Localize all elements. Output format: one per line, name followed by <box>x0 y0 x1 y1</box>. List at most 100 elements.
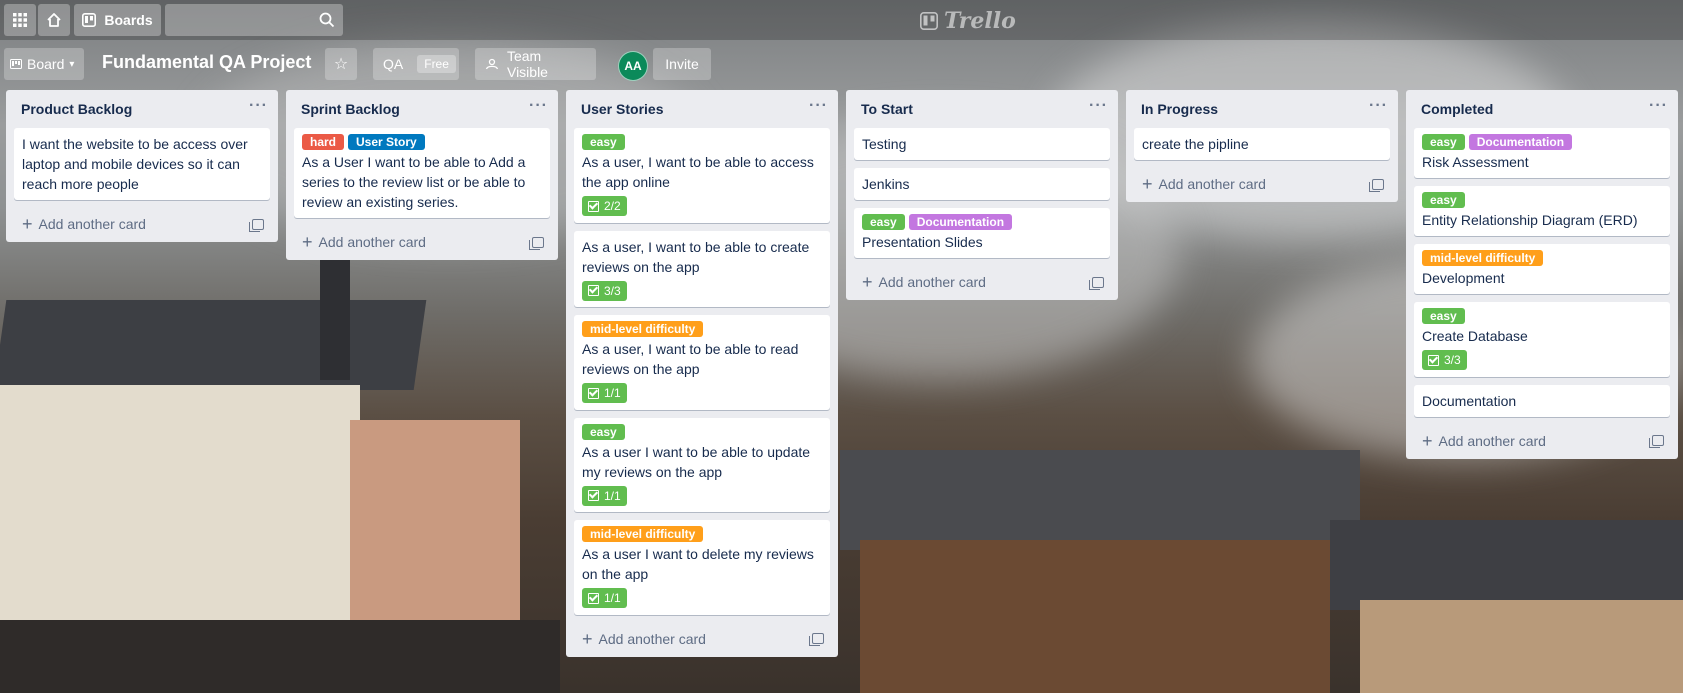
card-template-icon[interactable] <box>529 236 544 250</box>
more-icon[interactable]: ··· <box>1649 97 1668 121</box>
chevron-down-icon: ▾ <box>69 58 75 70</box>
card-template-icon[interactable] <box>809 633 824 646</box>
more-icon[interactable]: ··· <box>1369 97 1388 121</box>
add-card-button[interactable]: + Add another card <box>1414 423 1670 459</box>
label-blue[interactable]: User Story <box>348 134 425 150</box>
card-labels: mid-level difficulty <box>582 321 822 337</box>
add-card-button[interactable]: + Add another card <box>574 621 830 657</box>
checklist-badge: 1/1 <box>582 588 627 608</box>
more-icon[interactable]: ··· <box>529 97 548 121</box>
add-card-label: Add another card <box>598 630 706 647</box>
card-title: Jenkins <box>862 176 910 192</box>
list-sprint-backlog: Sprint Backlog ··· hard User Story As a User… <box>286 90 558 260</box>
plus-icon: + <box>1142 174 1153 194</box>
card-title: As a user I want to be able to update my… <box>582 443 811 480</box>
list-title[interactable]: Sprint Backlog <box>301 101 400 117</box>
star-button[interactable]: ☆ <box>325 48 357 80</box>
label-orange[interactable]: mid-level difficulty <box>1422 250 1544 266</box>
star-icon: ☆ <box>333 56 349 73</box>
checklist-icon <box>588 387 599 399</box>
card-title: Create Database <box>1422 328 1528 344</box>
apps-button[interactable] <box>4 4 36 36</box>
card[interactable]: Testing <box>854 128 1110 160</box>
label-red[interactable]: hard <box>302 134 345 150</box>
label-green[interactable]: easy <box>1422 308 1465 324</box>
card[interactable]: easy Documentation Risk Assessment <box>1414 128 1670 178</box>
list-header: Product Backlog ··· <box>14 90 270 128</box>
visibility-button[interactable]: Team Visible <box>475 48 596 80</box>
checklist-badge: 3/3 <box>1422 350 1467 370</box>
list-completed: Completed ··· easy Documentation Risk Assess… <box>1406 90 1678 459</box>
label-orange[interactable]: mid-level difficulty <box>582 321 704 337</box>
list-in-progress: In Progress ··· create the pipline + Add ano… <box>1126 90 1398 202</box>
list-title[interactable]: To Start <box>861 101 913 117</box>
invite-button[interactable]: Invite <box>653 48 711 80</box>
card[interactable]: easy Create Database 3/3 <box>1414 302 1670 377</box>
card[interactable]: hard User Story As a User I want to be abl… <box>294 128 550 218</box>
list-title[interactable]: User Stories <box>581 101 663 117</box>
avatar[interactable]: AA <box>618 51 648 81</box>
team-button[interactable]: QA Free <box>373 48 459 80</box>
card[interactable]: mid-level difficulty Development <box>1414 244 1670 294</box>
visibility-label: Team Visible <box>506 48 548 80</box>
board-view-icon <box>10 59 22 69</box>
card-template-icon[interactable] <box>1089 276 1104 290</box>
card[interactable]: I want the website to be access over lap… <box>14 128 270 200</box>
add-card-button[interactable]: + Add another card <box>294 224 550 260</box>
card-title: I want the website to be access over lap… <box>22 136 248 192</box>
card[interactable]: Jenkins <box>854 168 1110 200</box>
card[interactable]: As a user, I want to be able to create r… <box>574 230 830 307</box>
add-card-button[interactable]: + Add another card <box>14 206 270 242</box>
trello-logo[interactable]: Trello <box>920 8 1016 34</box>
label-green[interactable]: easy <box>582 134 625 150</box>
card[interactable]: easy Entity Relationship Diagram (ERD) <box>1414 186 1670 236</box>
label-green[interactable]: easy <box>582 423 625 440</box>
grid-icon <box>13 13 27 27</box>
more-icon[interactable]: ··· <box>809 97 828 121</box>
boards-label: Boards <box>104 12 153 28</box>
more-icon[interactable]: ··· <box>1089 97 1108 121</box>
checklist-count: 3/3 <box>1444 353 1461 367</box>
card[interactable]: easy As a user I want to be able to updat… <box>574 417 830 512</box>
list-title[interactable]: In Progress <box>1141 101 1218 117</box>
card[interactable]: mid-level difficulty As a user I want to … <box>574 520 830 615</box>
checklist-count: 1/1 <box>604 488 621 503</box>
trello-logo-icon <box>920 12 938 30</box>
card-template-icon[interactable] <box>249 218 264 232</box>
team-visible-icon <box>485 58 499 70</box>
search-input[interactable] <box>165 4 343 36</box>
checklist-icon <box>588 285 599 296</box>
home-button[interactable] <box>38 4 70 36</box>
card[interactable]: easy Documentation Presentation Slides <box>854 208 1110 258</box>
list-header: To Start ··· <box>854 90 1110 128</box>
checklist-count: 1/1 <box>604 591 621 605</box>
boards-button[interactable]: Boards <box>74 4 161 36</box>
checklist-badge: 1/1 <box>582 485 627 506</box>
add-card-button[interactable]: + Add another card <box>854 264 1110 300</box>
label-green[interactable]: easy <box>1422 134 1465 150</box>
board-title[interactable]: Fundamental QA Project <box>102 52 311 73</box>
list-header: User Stories ··· <box>574 90 830 128</box>
card-template-icon[interactable] <box>1369 178 1384 192</box>
more-icon[interactable]: ··· <box>249 97 268 121</box>
add-card-label: Add another card <box>38 216 146 232</box>
card-template-icon[interactable] <box>1649 435 1664 448</box>
view-label: Board <box>27 56 65 72</box>
card[interactable]: easy As a user, I want to be able to acce… <box>574 128 830 223</box>
add-card-label-wrap: + Add another card <box>862 273 986 291</box>
label-orange[interactable]: mid-level difficulty <box>582 526 704 542</box>
add-card-button[interactable]: + Add another card <box>1134 166 1390 202</box>
label-purple[interactable]: Documentation <box>1468 134 1573 150</box>
label-purple[interactable]: Documentation <box>908 214 1013 230</box>
list-title[interactable]: Product Backlog <box>21 101 132 117</box>
card[interactable]: mid-level difficulty As a user, I want to… <box>574 315 830 410</box>
card-labels: easy Documentation <box>862 214 1102 230</box>
list-title[interactable]: Completed <box>1421 101 1493 117</box>
card[interactable]: create the pipline <box>1134 128 1390 160</box>
view-switcher-button[interactable]: Board ▾ <box>4 48 84 80</box>
card[interactable]: Documentation <box>1414 384 1670 417</box>
list-header: Completed ··· <box>1414 90 1670 128</box>
label-green[interactable]: easy <box>862 214 905 230</box>
checklist-count: 3/3 <box>604 283 621 298</box>
label-green[interactable]: easy <box>1422 192 1465 208</box>
